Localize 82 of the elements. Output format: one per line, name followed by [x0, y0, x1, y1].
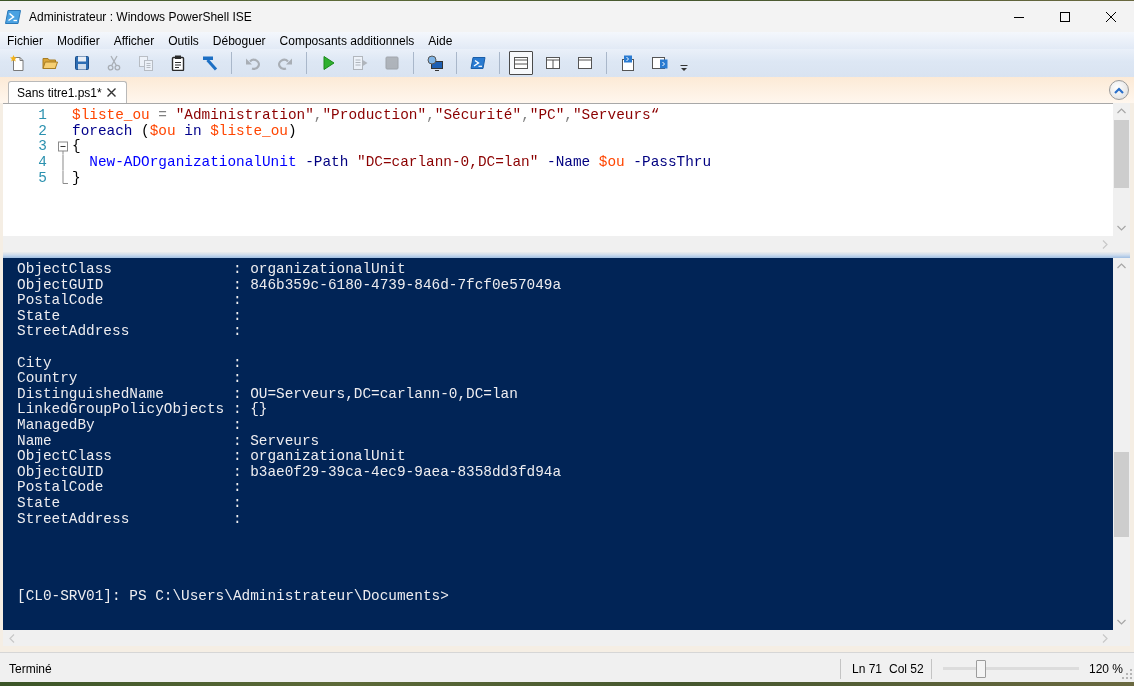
console-output-line: ObjectGUID : 846b359c-6180-4739-846d-7fcf0e57049a [17, 277, 562, 293]
stop-icon [384, 55, 400, 71]
powershell-icon [5, 8, 21, 25]
chevron-down-icon [1117, 619, 1126, 625]
script-editor[interactable]: 1 $liste_ou = "Administration","Production","Sécurité","PC","Serveurs“ 2 foreach ($ou in $liste_ou) 3 { 4 New-ADOrganizationalUnit -Path "DC=carlann-0,DC=lan" -Name $ou -PassThru 5 } [3, 103, 1113, 236]
cursor-line: Ln 71 [852, 661, 883, 676]
scrollbar-thumb[interactable] [1114, 120, 1129, 188]
chevron-up-icon [1114, 86, 1124, 94]
script-tab[interactable]: Sans titre1.ps1* [8, 81, 127, 103]
chevron-right-icon [1101, 633, 1108, 643]
chevron-right-icon [1101, 239, 1108, 249]
tab-close-button[interactable] [106, 87, 117, 98]
single-pane-icon [577, 55, 593, 71]
console-output-line: Name : Serveurs [17, 433, 321, 449]
zoom-level-text: 120 % [1089, 661, 1122, 676]
computer-icon [427, 55, 443, 71]
console-output-line: LinkedGroupPolicyObjects : {} [17, 402, 269, 418]
console-prompt: [CL0-SRV01]: PS C:\Users\Administrateur\Documents> [17, 589, 449, 606]
line-number: 5 [37, 170, 47, 187]
pane-layout-button[interactable] [509, 51, 533, 75]
console-output-line: ObjectClass : organizationalUnit [17, 262, 407, 278]
chevron-left-icon [8, 633, 15, 643]
menu-item[interactable]: Modifier [50, 32, 107, 49]
console-output-line: State : [17, 495, 243, 512]
console-output-line: PostalCode : [17, 293, 243, 309]
resize-grip-icon[interactable] [1122, 669, 1132, 679]
console-output-line: PostalCode : [17, 480, 243, 496]
console-output-line: State : [17, 308, 243, 324]
scrollbar-thumb[interactable] [1114, 452, 1129, 537]
console-output-line: ManagedBy : [17, 417, 243, 434]
line-number: 1 [37, 108, 47, 124]
console-output-line: DistinguishedName : OU=Serveurs,DC=carlann-0,DC=lan [17, 386, 519, 402]
console-output-line: City : [17, 355, 243, 372]
code-line: { [72, 139, 81, 156]
cursor-column: Col 52 [889, 661, 924, 676]
console-output-line: Country : [17, 371, 243, 387]
console-output-line: ObjectGUID : b3ae0f29-39ca-4ec9-9aea-8358dd3fd94a [17, 464, 562, 480]
open-folder-icon [42, 55, 58, 71]
menu-item[interactable]: Fichier [0, 32, 50, 49]
chevron-up-icon [1117, 108, 1126, 114]
console-output-line: ObjectClass : organizationalUnit [17, 449, 407, 465]
line-number: 3 [37, 139, 47, 156]
scissors-icon [106, 55, 122, 71]
code-line: } [72, 170, 81, 187]
code-line: New-ADOrganizationalUnit -Path "DC=carlann-0,DC=lan" -Name $ou -PassThru [88, 155, 712, 171]
chevron-down-icon [1117, 225, 1126, 231]
maximize-icon [1060, 11, 1070, 22]
line-number: 2 [37, 123, 47, 140]
code-line: foreach ($ou in $liste_ou) [72, 123, 297, 139]
menu-item[interactable]: Déboguer [205, 32, 273, 49]
new-file-icon [10, 55, 26, 71]
console-output-line: StreetAddress : [17, 324, 243, 340]
menu-item[interactable]: Outils [161, 32, 206, 49]
fold-guide-line [62, 155, 64, 171]
window-title: Administrateur : Windows PowerShell ISE [29, 9, 252, 24]
chevron-down-icon [680, 65, 688, 72]
collapse-script-pane-button[interactable] [1109, 80, 1129, 100]
code-line: $liste_ou = "Administration","Production","Sécurité","PC","Serveurs“ [72, 108, 660, 124]
chevron-up-icon [1117, 263, 1126, 269]
console-output-line: StreetAddress : [17, 511, 243, 528]
clipboard-icon [170, 55, 186, 71]
side-panel-icon [652, 55, 668, 71]
close-icon [1106, 11, 1116, 22]
console-pane[interactable] [3, 258, 1113, 630]
status-message: Terminé [9, 661, 52, 676]
close-icon [107, 88, 117, 97]
vertical-split-icon [545, 55, 561, 71]
document-play-icon [352, 55, 368, 71]
menu-item[interactable]: Aide [421, 32, 460, 49]
line-number: 4 [37, 155, 47, 171]
horizontal-split-icon [513, 55, 529, 71]
menu-item[interactable]: Afficher [106, 32, 162, 49]
powershell-icon [470, 55, 486, 71]
copy-icon [138, 55, 154, 71]
save-icon [74, 55, 90, 71]
fold-end-line [62, 170, 68, 187]
menu-item[interactable]: Composants additionnels [272, 32, 422, 49]
brush-icon [202, 55, 218, 71]
play-icon [320, 55, 336, 71]
script-pane-icon [620, 55, 636, 71]
zoom-slider-thumb[interactable] [975, 659, 986, 678]
collapse-icon[interactable] [58, 139, 68, 156]
